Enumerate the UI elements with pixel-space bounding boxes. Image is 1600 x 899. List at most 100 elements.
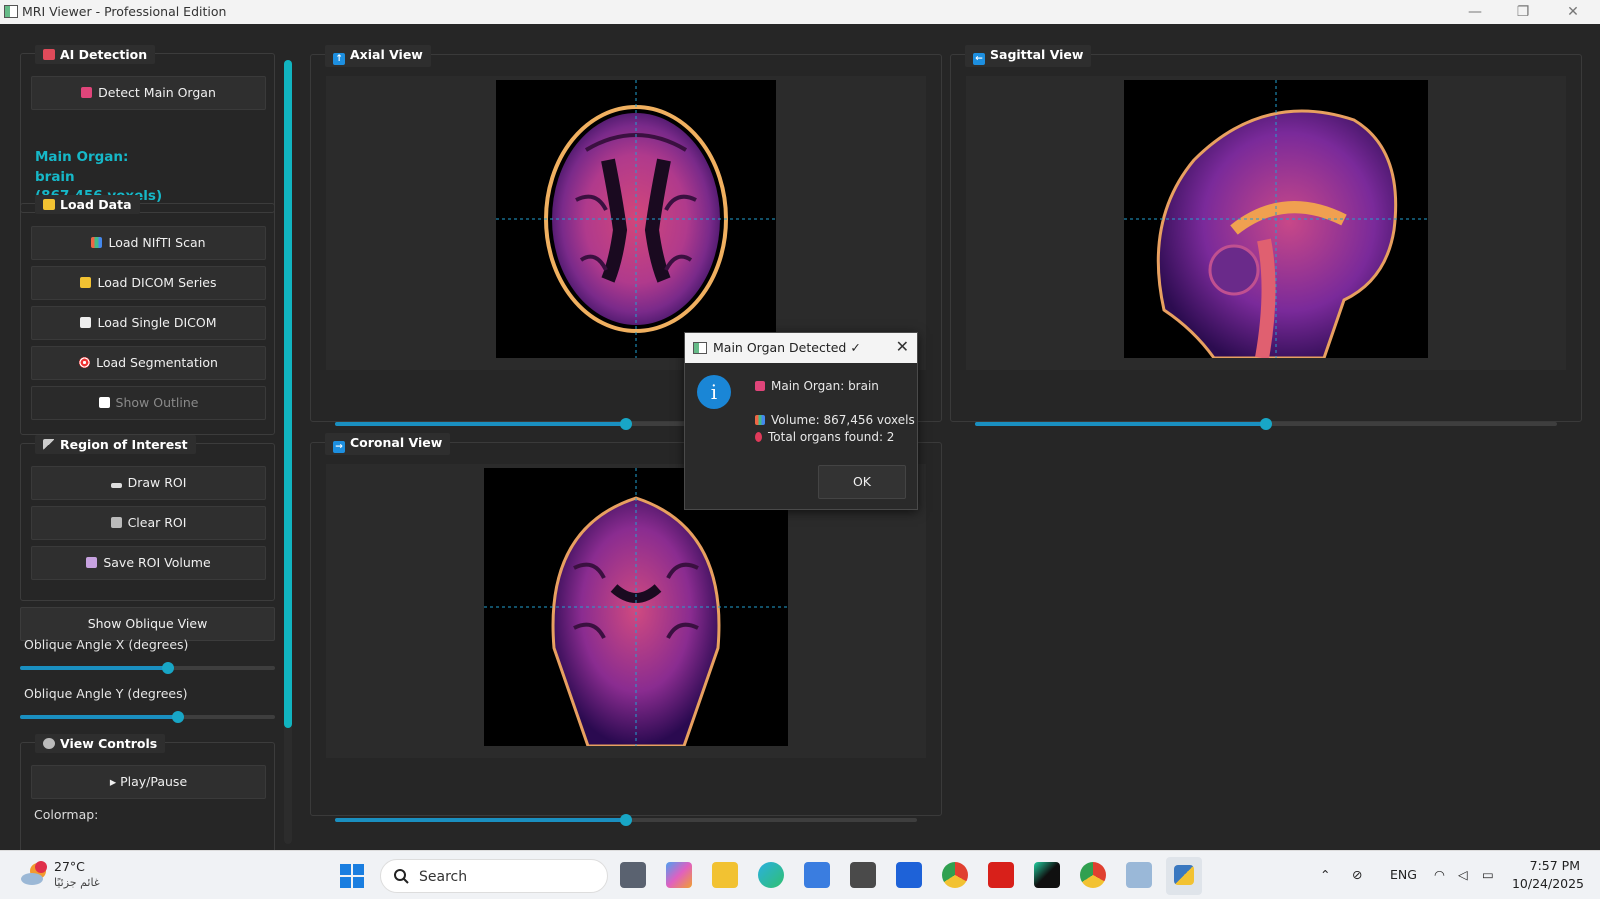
sagittal-view-panel: ← Sagittal View (950, 45, 1582, 430)
photos-icon[interactable] (1126, 862, 1152, 888)
arrow-right-icon: → (333, 441, 345, 453)
dialog-total-line: Total organs found: 2 (755, 430, 894, 444)
load-data-title-text: Load Data (60, 197, 132, 212)
chrome-icon[interactable] (942, 862, 968, 888)
store-icon[interactable] (804, 862, 830, 888)
app-body: AI Detection Detect Main Organ Main Orga… (0, 24, 1600, 862)
dialog-close-button[interactable]: ✕ (896, 337, 909, 356)
task-view-icon[interactable] (620, 862, 646, 888)
trash-icon (110, 517, 122, 528)
sagittal-slice-fill (975, 422, 1266, 426)
chrome-profile-icon[interactable] (1080, 862, 1106, 888)
load-data-group: Load Data Load NIfTI Scan Load DICOM Ser… (20, 195, 275, 435)
folder-icon (80, 277, 92, 288)
axial-canvas[interactable] (326, 76, 926, 370)
play-pause-button[interactable]: ▸ Play/Pause (31, 765, 266, 799)
oblique-y-fill (20, 715, 179, 719)
dialog-volume-line: Volume: 867,456 voxels (755, 413, 915, 427)
organ-result-name: brain (35, 168, 75, 185)
volume-icon[interactable]: ◁ (1458, 867, 1468, 882)
load-data-title: Load Data (35, 195, 140, 214)
maximize-button[interactable]: ❐ (1508, 2, 1538, 22)
detect-main-organ-label: Detect Main Organ (98, 85, 216, 100)
taskbar-search[interactable]: Search (380, 859, 608, 893)
close-button[interactable]: ✕ (1558, 2, 1588, 22)
pycharm-icon[interactable] (1034, 862, 1060, 888)
python-app-icon[interactable] (1166, 857, 1202, 895)
ai-detection-title-text: AI Detection (60, 47, 148, 62)
sidebar-scrollbar[interactable] (284, 60, 292, 844)
oblique-x-slider[interactable] (20, 662, 275, 674)
sagittal-mri-image[interactable] (1124, 80, 1428, 358)
edge-icon[interactable] (758, 862, 784, 888)
ruler-icon (43, 439, 55, 450)
load-single-dicom-button[interactable]: Load Single DICOM (31, 306, 266, 340)
azure-icon[interactable] (896, 862, 922, 888)
axial-view-title: ↑ Axial View (325, 45, 431, 67)
oblique-x-knob[interactable] (161, 662, 174, 674)
show-oblique-button[interactable]: Show Oblique View (20, 607, 275, 641)
unity-icon[interactable] (850, 862, 876, 888)
show-outline-button[interactable]: Show Outline (31, 386, 266, 420)
clear-roi-button[interactable]: Clear ROI (31, 506, 266, 540)
coronal-slice-knob[interactable] (620, 814, 632, 826)
detect-main-organ-button[interactable]: Detect Main Organ (31, 76, 266, 110)
load-single-dicom-label: Load Single DICOM (97, 315, 217, 330)
organ-icon (755, 381, 765, 391)
minimize-button[interactable]: — (1460, 2, 1490, 22)
load-dicom-series-button[interactable]: Load DICOM Series (31, 266, 266, 300)
dialog-title: Main Organ Detected ✓ (713, 340, 861, 355)
oblique-y-knob[interactable] (172, 711, 185, 723)
copilot-icon[interactable] (666, 862, 692, 888)
coronal-view-title: → Coronal View (325, 433, 451, 455)
load-nifti-label: Load NIfTI Scan (108, 235, 206, 250)
sagittal-slice-knob[interactable] (1260, 418, 1272, 430)
file-explorer-icon[interactable] (712, 862, 738, 888)
sagittal-slice-slider[interactable] (975, 418, 1557, 430)
sidebar-scrollbar-thumb[interactable] (284, 60, 292, 728)
axial-slice-knob[interactable] (620, 418, 632, 430)
search-placeholder: Search (419, 869, 468, 885)
clock-date[interactable]: 10/24/2025 (1510, 876, 1584, 891)
load-nifti-button[interactable]: Load NIfTI Scan (31, 226, 266, 260)
window-title: MRI Viewer - Professional Edition (22, 4, 227, 19)
oblique-x-fill (20, 666, 168, 670)
coronal-slice-slider[interactable] (335, 814, 917, 826)
organ-result-label: Main Organ: (35, 149, 129, 165)
taskbar: 27°C غائم جزئيًا Search ⌃ ⊘ ENG ◠ ◁ ▭ 7:… (0, 850, 1600, 899)
oblique-y-label: Oblique Angle Y (degrees) (24, 686, 188, 701)
coronal-slice-fill (335, 818, 626, 822)
save-roi-button[interactable]: Save ROI Volume (31, 546, 266, 580)
axial-mri-image[interactable] (496, 80, 776, 358)
view-controls-title-text: View Controls (60, 736, 158, 751)
roi-group: Region of Interest Draw ROI Clear ROI Sa… (20, 435, 275, 601)
sagittal-view-title: ← Sagittal View (965, 45, 1092, 67)
ok-button[interactable]: OK (818, 465, 906, 499)
gear-icon (43, 738, 55, 749)
save-roi-label: Save ROI Volume (103, 555, 211, 570)
draw-roi-button[interactable]: Draw ROI (31, 466, 266, 500)
battery-icon[interactable]: ▭ (1482, 867, 1494, 882)
roi-title-text: Region of Interest (60, 437, 188, 452)
pencil-icon (110, 483, 122, 488)
ai-detection-title: AI Detection (35, 45, 156, 64)
acrobat-icon[interactable] (988, 862, 1014, 888)
chevron-up-icon[interactable]: ⌃ (1320, 867, 1330, 882)
load-segmentation-button[interactable]: Load Segmentation (31, 346, 266, 380)
chart-icon (91, 237, 103, 248)
arrow-up-icon: ↑ (333, 53, 345, 65)
wifi-icon[interactable]: ◠ (1434, 867, 1445, 882)
sagittal-canvas[interactable] (966, 76, 1566, 370)
dialog-titlebar: Main Organ Detected ✓ ✕ (685, 333, 917, 363)
weather-icon[interactable] (20, 860, 50, 888)
language-indicator[interactable]: ENG (1390, 867, 1417, 882)
folder-icon (43, 199, 55, 210)
windows-start-icon[interactable] (340, 864, 364, 888)
oblique-y-slider[interactable] (20, 711, 275, 723)
dialog-volume-text: Volume: 867,456 voxels (771, 413, 915, 427)
show-outline-label: Show Outline (115, 395, 199, 410)
network-off-icon[interactable]: ⊘ (1352, 867, 1362, 882)
axial-slice-fill (335, 422, 626, 426)
view-controls-group: View Controls ▸ Play/Pause (20, 734, 275, 862)
clock-time[interactable]: 7:57 PM (1510, 858, 1580, 873)
